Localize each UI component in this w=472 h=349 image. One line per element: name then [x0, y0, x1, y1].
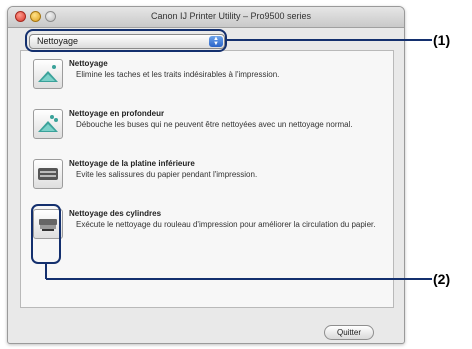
item-title: Nettoyage de la platine inférieure: [69, 159, 195, 168]
callout-label-1: (1): [433, 32, 451, 48]
list-item: Nettoyage des cylindres Exécute le netto…: [33, 209, 383, 259]
maintenance-panel: Nettoyage Elimine les taches et les trai…: [20, 50, 394, 308]
bottom-plate-cleaning-icon: [38, 168, 58, 180]
roller-cleaning-highlight-outline: [31, 204, 61, 264]
quit-button[interactable]: Quitter: [324, 325, 374, 340]
cleaning-button[interactable]: [33, 59, 63, 89]
popup-highlight-outline: [25, 29, 227, 52]
callout-label-2: (2): [433, 271, 451, 287]
zoom-window-button[interactable]: [45, 11, 56, 22]
item-description: Débouche les buses qui ne peuvent être n…: [76, 120, 353, 129]
item-description: Elimine les taches et les traits indésir…: [76, 70, 280, 79]
list-item: Nettoyage de la platine inférieure Evite…: [33, 159, 383, 209]
item-description: Exécute le nettoyage du rouleau d'impres…: [76, 220, 376, 229]
bottom-plate-cleaning-button[interactable]: [33, 159, 63, 189]
nozzle-cleaning-icon: [38, 65, 58, 82]
close-window-button[interactable]: [15, 11, 26, 22]
deep-cleaning-icon: [38, 115, 58, 132]
minimize-window-button[interactable]: [30, 11, 41, 22]
list-item: Nettoyage Elimine les taches et les trai…: [33, 59, 383, 109]
item-title: Nettoyage: [69, 59, 108, 68]
printer-utility-window: Canon IJ Printer Utility – Pro9500 serie…: [7, 6, 405, 344]
item-title: Nettoyage des cylindres: [69, 209, 162, 218]
deep-cleaning-button[interactable]: [33, 109, 63, 139]
item-title: Nettoyage en profondeur: [69, 109, 165, 118]
item-description: Evite les salissures du papier pendant l…: [76, 170, 258, 179]
window-title: Canon IJ Printer Utility – Pro9500 serie…: [150, 11, 312, 21]
title-bar[interactable]: Canon IJ Printer Utility – Pro9500 serie…: [8, 7, 404, 28]
list-item: Nettoyage en profondeur Débouche les bus…: [33, 109, 383, 159]
